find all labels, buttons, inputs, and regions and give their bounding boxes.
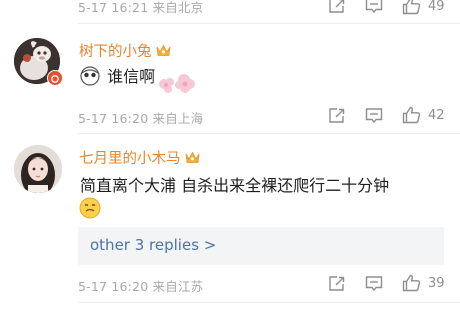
- comment-icon[interactable]: [365, 0, 383, 14]
- flower-sticker: [159, 74, 195, 93]
- username-text[interactable]: 七月里的小木马: [79, 151, 181, 167]
- avatar[interactable]: [14, 145, 62, 193]
- like-icon[interactable]: [402, 106, 421, 124]
- verified-badge: [47, 70, 63, 86]
- like-count: 49: [428, 0, 445, 14]
- comment-meta: 5-17 16:20 来自江苏: [78, 279, 204, 294]
- comment-text: 简直离个大浦 自杀出来全裸还爬行二十分钟: [80, 176, 390, 195]
- share-icon[interactable]: [328, 0, 345, 13]
- emoji-icon: [80, 66, 100, 86]
- comment-text: 谁信啊: [107, 67, 156, 86]
- like-icon[interactable]: [402, 0, 421, 15]
- comment-icon[interactable]: [365, 276, 383, 292]
- divider: [78, 302, 460, 303]
- comment-icon[interactable]: [365, 108, 383, 124]
- username[interactable]: 树下的小兔: [79, 40, 171, 61]
- like-count: 42: [428, 108, 445, 123]
- more-replies-text[interactable]: other 3 replies >: [90, 236, 216, 254]
- more-replies-link[interactable]: other 3 replies >: [78, 227, 444, 265]
- divider: [78, 23, 460, 24]
- emoji-icon: [79, 197, 101, 219]
- divider: [78, 133, 460, 134]
- crown-icon: [185, 151, 199, 163]
- username[interactable]: 七月里的小木马: [79, 147, 200, 168]
- comment-meta: 5-17 16:20 来自上海: [78, 111, 204, 126]
- like-icon[interactable]: [402, 274, 421, 292]
- share-icon[interactable]: [328, 276, 345, 291]
- username-text[interactable]: 树下的小兔: [79, 44, 152, 60]
- comment-meta: 5-17 16:21 来自北京: [78, 0, 204, 15]
- like-count: 39: [428, 276, 445, 291]
- comment-body: 谁信啊: [80, 63, 155, 87]
- crown-icon: [156, 44, 170, 56]
- share-icon[interactable]: [328, 108, 345, 123]
